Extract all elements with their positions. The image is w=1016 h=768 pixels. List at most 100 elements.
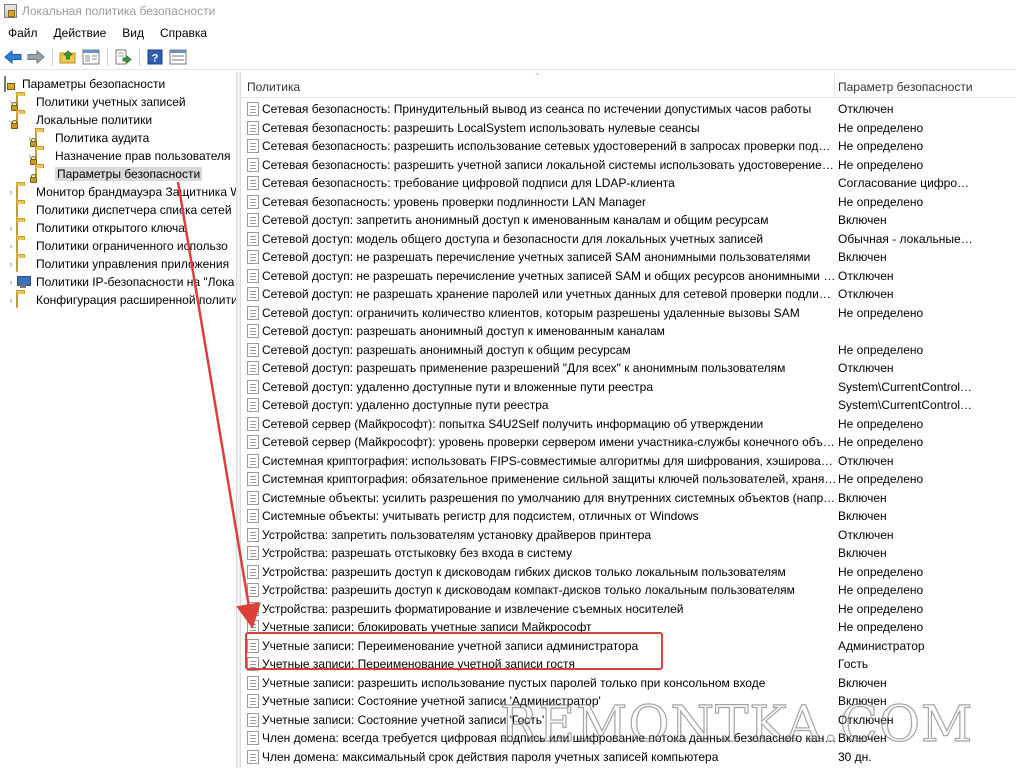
policy-name: Системные объекты: учитывать регистр для… xyxy=(262,509,699,524)
table-row[interactable]: Сетевой доступ: модель общего доступа и … xyxy=(241,230,1016,249)
table-row[interactable]: Учетные записи: Переименование учетной з… xyxy=(241,637,1016,656)
table-row[interactable]: Сетевой сервер (Майкрософт): уровень про… xyxy=(241,433,1016,452)
tree-item-software-restriction[interactable]: › Политики ограниченного использо xyxy=(6,237,228,255)
table-row[interactable]: Член домена: максимальный срок действия … xyxy=(241,748,1016,767)
security-settings-icon xyxy=(2,76,18,92)
table-row[interactable]: Сетевая безопасность: разрешить LocalSys… xyxy=(241,119,1016,138)
tree-item-audit-policy[interactable]: › Политика аудита xyxy=(25,129,149,147)
tree-item-user-rights[interactable]: › Назначение прав пользователя xyxy=(25,147,231,165)
policy-document-icon xyxy=(247,490,259,505)
table-row[interactable]: Сетевая безопасность: Принудительный выв… xyxy=(241,100,1016,119)
menu-file[interactable]: Файл xyxy=(0,22,46,44)
column-divider[interactable] xyxy=(834,72,835,98)
menu-bar: Файл Действие Вид Справка xyxy=(0,22,1016,44)
column-header-policy[interactable]: Политика xyxy=(247,72,835,98)
table-row[interactable]: Учетные записи: Переименование учетной з… xyxy=(241,655,1016,674)
menu-view[interactable]: Вид xyxy=(114,22,152,44)
table-row[interactable]: Устройства: разрешить форматирование и и… xyxy=(241,600,1016,619)
chevron-right-icon[interactable]: › xyxy=(6,183,16,201)
policy-name: Сетевая безопасность: уровень проверки п… xyxy=(262,194,646,209)
folder-lock-icon xyxy=(30,130,51,147)
table-row[interactable]: Сетевой доступ: запретить анонимный дост… xyxy=(241,211,1016,230)
table-row[interactable]: Учетные записи: блокировать учетные запи… xyxy=(241,618,1016,637)
table-row[interactable]: Устройства: разрешить доступ к дисковода… xyxy=(241,581,1016,600)
table-row[interactable]: Сетевая безопасность: уровень проверки п… xyxy=(241,193,1016,212)
policy-document-icon xyxy=(247,731,259,746)
table-row[interactable]: Системная криптография: обязательное при… xyxy=(241,470,1016,489)
policy-name: Устройства: разрешить доступ к дисковода… xyxy=(262,564,786,579)
export-list-icon[interactable] xyxy=(112,46,134,68)
policy-setting: Отключен xyxy=(838,712,894,727)
tree-item-firewall-monitor[interactable]: › Монитор брандмауэра Защитника W xyxy=(6,183,236,201)
console-tree: Параметры безопасности › Политики учетны… xyxy=(0,72,236,768)
svg-text:?: ? xyxy=(152,52,159,64)
table-row[interactable]: Сетевой сервер (Майкрософт): попытка S4U… xyxy=(241,415,1016,434)
table-row[interactable]: Учетные записи: Состояние учетной записи… xyxy=(241,711,1016,730)
tree-item-application-control[interactable]: › Политики управления приложения xyxy=(6,255,229,273)
table-row[interactable]: Сетевой доступ: не разрешать хранение па… xyxy=(241,285,1016,304)
policy-document-icon xyxy=(247,157,259,172)
policy-document-icon xyxy=(247,102,259,117)
policy-name: Сетевая безопасность: требование цифрово… xyxy=(262,176,675,191)
policy-setting: Не определено xyxy=(838,472,924,487)
help-icon[interactable]: ? xyxy=(144,46,166,68)
table-row[interactable]: Сетевой доступ: разрешать анонимный дост… xyxy=(241,322,1016,341)
table-row[interactable]: Член домена: всегда требуется цифровая п… xyxy=(241,729,1016,748)
tree-item-advanced-audit[interactable]: › Конфигурация расширенной полити xyxy=(6,291,236,309)
tree-item-security-options[interactable]: Параметры безопасности xyxy=(25,165,203,183)
policy-document-icon xyxy=(247,712,259,727)
policy-document-icon xyxy=(247,694,259,709)
security-policy-app-icon xyxy=(4,4,17,18)
table-row[interactable]: Системные объекты: учитывать регистр для… xyxy=(241,507,1016,526)
menu-action[interactable]: Действие xyxy=(46,22,115,44)
table-row[interactable]: Сетевая безопасность: требование цифрово… xyxy=(241,174,1016,193)
table-row[interactable]: Сетевой доступ: разрешать применение раз… xyxy=(241,359,1016,378)
menu-help[interactable]: Справка xyxy=(152,22,215,44)
folder-icon xyxy=(16,184,32,200)
table-row[interactable]: Учетные записи: разрешить использование … xyxy=(241,674,1016,693)
policy-setting: Включен xyxy=(838,490,887,505)
chevron-right-icon[interactable]: › xyxy=(6,273,16,291)
policy-name: Сетевой сервер (Майкрософт): попытка S4U… xyxy=(262,416,764,431)
table-row[interactable]: Сетевой доступ: не разрешать перечислени… xyxy=(241,267,1016,286)
forward-icon[interactable] xyxy=(25,46,47,68)
toolbar-separator xyxy=(52,47,53,66)
show-tree-icon[interactable] xyxy=(80,46,102,68)
table-row[interactable]: Сетевая безопасность: разрешить использо… xyxy=(241,137,1016,156)
folder-icon xyxy=(16,220,32,236)
tree-item-account-policies[interactable]: › Политики учетных записей xyxy=(6,93,186,111)
policy-document-icon xyxy=(247,657,259,672)
tree-item-local-policies[interactable]: ⌄ Локальные политики xyxy=(6,111,152,129)
table-row[interactable]: Сетевой доступ: удаленно доступные пути … xyxy=(241,396,1016,415)
properties-icon[interactable] xyxy=(167,46,189,68)
chevron-right-icon[interactable]: › xyxy=(6,255,16,273)
table-row[interactable]: Сетевой доступ: не разрешать перечислени… xyxy=(241,248,1016,267)
table-row[interactable]: Системные объекты: усилить разрешения по… xyxy=(241,489,1016,508)
tree-item-public-key-policies[interactable]: › Политики открытого ключа xyxy=(6,219,185,237)
table-row[interactable]: Устройства: разрешить доступ к дисковода… xyxy=(241,563,1016,582)
table-row[interactable]: Учетные записи: Состояние учетной записи… xyxy=(241,692,1016,711)
table-row[interactable]: Сетевая безопасность: разрешить учетной … xyxy=(241,156,1016,175)
table-row[interactable]: Сетевой доступ: разрешать анонимный дост… xyxy=(241,341,1016,360)
table-row[interactable]: Системная криптография: использовать FIP… xyxy=(241,452,1016,471)
back-icon[interactable] xyxy=(2,46,24,68)
policy-document-icon xyxy=(247,287,259,302)
tree-item-label: Монитор брандмауэра Защитника W xyxy=(36,185,236,199)
tree-root-security-settings[interactable]: Параметры безопасности xyxy=(2,75,165,93)
up-folder-icon[interactable] xyxy=(57,46,79,68)
folder-lock-icon xyxy=(30,148,51,165)
tree-item-ip-security[interactable]: › Политики IP-безопасности на "Лока xyxy=(6,273,235,291)
column-header-setting[interactable]: Параметр безопасности xyxy=(838,72,1016,98)
policy-name: Сетевая безопасность: разрешить учетной … xyxy=(262,157,837,172)
chevron-right-icon[interactable]: › xyxy=(6,237,16,255)
table-row[interactable]: Сетевой доступ: удаленно доступные пути … xyxy=(241,378,1016,397)
table-row[interactable]: Сетевой доступ: ограничить количество кл… xyxy=(241,304,1016,323)
policy-setting: Не определено xyxy=(838,120,924,135)
tree-item-network-list-manager[interactable]: Политики диспетчера списка сетей xyxy=(6,201,232,219)
chevron-right-icon[interactable]: › xyxy=(6,291,16,309)
policy-document-icon xyxy=(247,398,259,413)
chevron-right-icon[interactable]: › xyxy=(6,219,16,237)
policy-document-icon xyxy=(247,583,259,598)
table-row[interactable]: Устройства: запретить пользователям уста… xyxy=(241,526,1016,545)
table-row[interactable]: Устройства: разрешать отстыковку без вхо… xyxy=(241,544,1016,563)
